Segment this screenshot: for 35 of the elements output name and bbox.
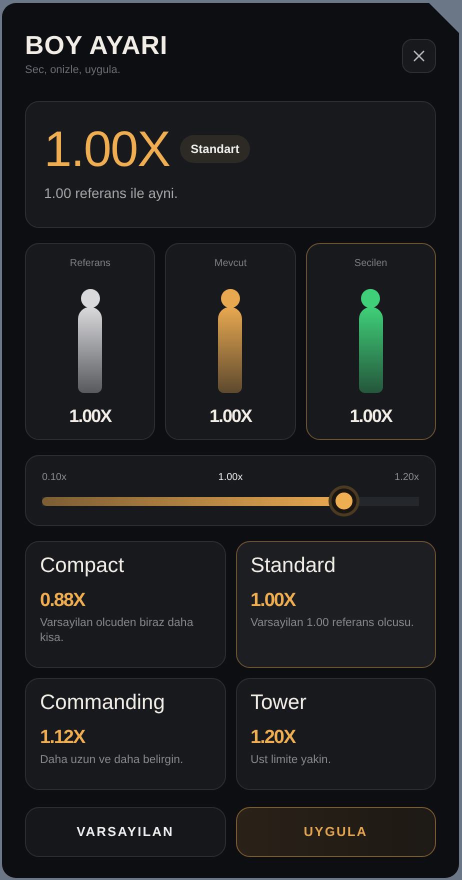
preset-name: Tower [250, 690, 308, 715]
preview-value: 1.00X [69, 406, 112, 427]
preview-label: Referans [70, 258, 110, 269]
preset-name: Standard [250, 554, 337, 578]
preset-name: Commanding [40, 690, 166, 715]
preset-description: Varsayilan olcuden biraz daha kisa. [40, 616, 194, 646]
slider-max-label: 1.20x [394, 472, 419, 483]
height-value: 1.00X [44, 120, 170, 178]
preview-label: Mevcut [214, 258, 247, 269]
preview-value: 1.00X [209, 406, 252, 427]
preset-value: 0.88X [40, 590, 86, 612]
preset-card[interactable]: Standard 1.00X Varsayilan 1.00 referans olcusu. [236, 540, 436, 668]
slider-min-label: 0.10x [42, 472, 66, 483]
slider-value-label: 1.00x [218, 472, 243, 483]
preset-card[interactable]: Compact 0.88X Varsayilan olcuden biraz daha kisa. [25, 540, 226, 668]
preset-card[interactable]: Commanding 1.12X Daha uzun ve daha belirgin. [25, 678, 226, 790]
dialog-title: BOY AYARI [25, 31, 168, 60]
preset-description: Daha uzun ve daha belirgin. [40, 752, 184, 768]
preset-value: 1.20X [250, 726, 297, 749]
preset-description: Varsayilan 1.00 referans olcusu. [250, 616, 415, 631]
preset-description: Ust limite yakin. [250, 752, 332, 768]
apply-button[interactable]: UYGULA [236, 806, 436, 857]
slider-thumb[interactable] [331, 488, 356, 514]
close-button[interactable] [402, 39, 436, 73]
preset-card[interactable]: Tower 1.20X Ust limite yakin. [236, 678, 436, 790]
close-icon [413, 50, 425, 62]
preset-value: 1.00X [250, 590, 297, 612]
preview-value: 1.00X [350, 406, 392, 427]
hero-note: 1.00 referans ile ayni. [44, 184, 179, 201]
preview-label: Secilen [354, 258, 388, 269]
size-badge: Standart [180, 134, 250, 163]
preset-value: 1.12X [40, 726, 86, 749]
dialog-subtitle: Sec, onizle, uygula. [25, 64, 122, 76]
preset-name: Compact [40, 554, 126, 578]
default-button[interactable]: VARSAYILAN [25, 806, 226, 857]
